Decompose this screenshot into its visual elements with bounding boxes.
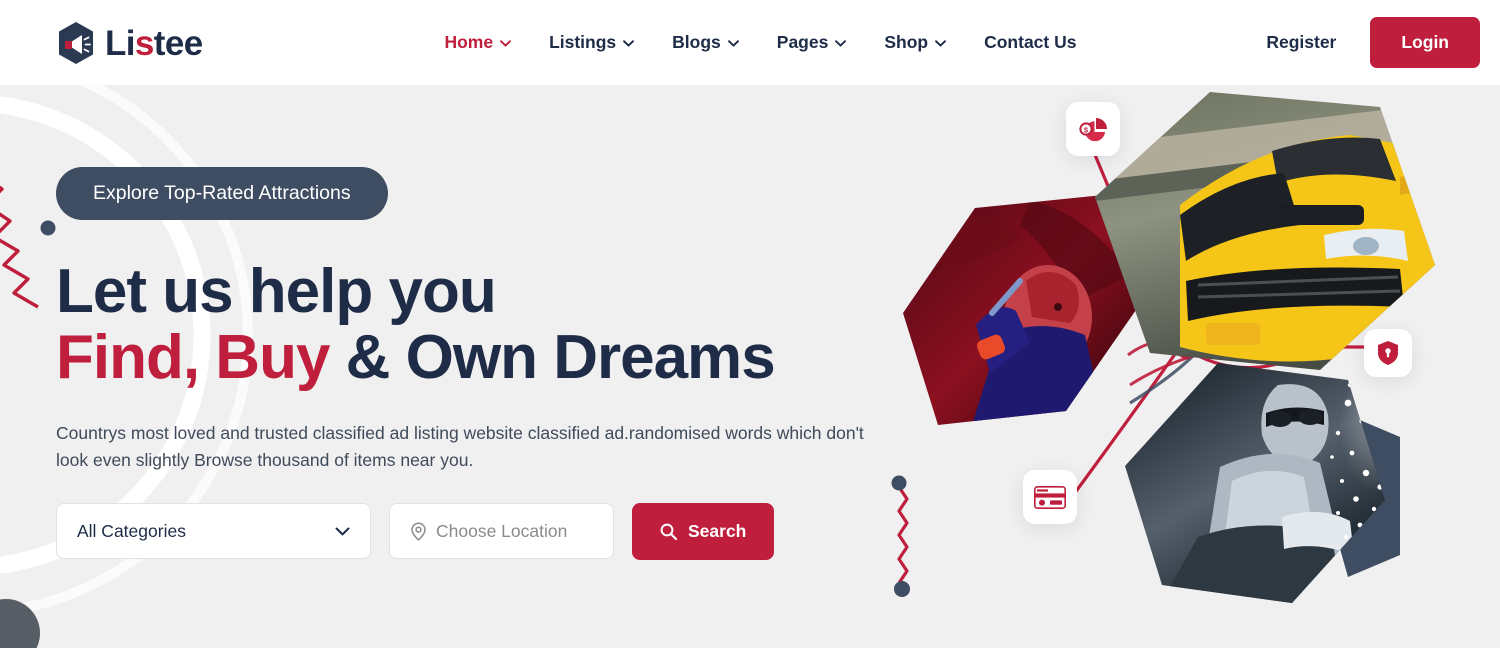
category-select[interactable]: All Categories — [56, 503, 371, 560]
header-actions: Register Login — [1266, 17, 1480, 68]
nav-label-listings: Listings — [549, 32, 617, 52]
site-header: Listee Home Listings Blogs Pages Shop Co… — [0, 0, 1500, 85]
nav-item-shop[interactable]: Shop — [884, 32, 947, 53]
megaphone-hexagon-icon — [59, 21, 93, 64]
chevron-down-icon — [500, 40, 512, 47]
nav-item-listings[interactable]: Listings — [549, 32, 635, 53]
search-button[interactable]: Search — [632, 502, 775, 560]
search-button-label: Search — [688, 520, 747, 541]
nav-label-blogs: Blogs — [672, 32, 721, 52]
logo-text-part3: tee — [153, 24, 203, 63]
nav-label-contact-us: Contact Us — [984, 32, 1077, 52]
nav-item-contact-us[interactable]: Contact Us — [984, 32, 1076, 53]
nav-item-home[interactable]: Home — [444, 32, 512, 53]
site-logo[interactable]: Listee — [56, 21, 203, 65]
shield-lock-icon — [1378, 341, 1398, 365]
pie-chart-dollar-icon: $ — [1079, 118, 1107, 142]
magnifier-icon — [660, 523, 677, 540]
headline-line-2-rest: & Own Dreams — [329, 323, 776, 393]
floating-card-payment[interactable] — [1023, 470, 1077, 524]
category-select-value: All Categories — [77, 520, 186, 541]
hero-search-form: All Categories Choose Location Search — [56, 502, 900, 560]
nav-label-shop: Shop — [884, 32, 929, 52]
hero-headline: Let us help you Find, Buy & Own Dreams — [56, 257, 900, 393]
chevron-down-icon — [835, 40, 847, 47]
chevron-down-icon — [335, 527, 350, 536]
nav-label-pages: Pages — [776, 32, 829, 52]
chevron-down-icon — [727, 40, 739, 47]
nav-label-home: Home — [444, 32, 494, 52]
hero-subtext: Countrys most loved and trusted classifi… — [56, 422, 864, 470]
chevron-down-icon — [623, 40, 635, 47]
welder-hexagon-image — [1125, 363, 1385, 603]
chevron-down-icon — [935, 40, 947, 47]
map-pin-icon — [411, 522, 426, 541]
main-navigation: Home Listings Blogs Pages Shop Contact U… — [255, 32, 1267, 53]
logo-text-part1: Li — [105, 24, 136, 63]
nav-item-pages[interactable]: Pages — [777, 32, 847, 53]
register-link[interactable]: Register — [1266, 32, 1336, 53]
hero-badge[interactable]: Explore Top-Rated Attractions — [56, 167, 388, 220]
floating-card-analytics[interactable]: $ — [1066, 102, 1120, 156]
headline-line-1: Let us help you — [56, 257, 497, 326]
hero-content: Explore Top-Rated Attractions Let us hel… — [0, 85, 900, 560]
hero-section: $ Explore Top-Rated Attractions Let us h… — [0, 85, 1500, 648]
zigzag-decoration — [897, 486, 909, 584]
hero-artwork: $ — [880, 85, 1500, 648]
login-button[interactable]: Login — [1370, 17, 1480, 68]
location-input[interactable] — [436, 520, 593, 542]
credit-card-icon — [1034, 485, 1066, 509]
floating-card-security[interactable] — [1364, 329, 1412, 377]
logo-wordmark: Listee — [105, 26, 203, 61]
landing-page: Listee Home Listings Blogs Pages Shop Co… — [0, 0, 1500, 648]
location-field[interactable] — [389, 503, 614, 560]
nav-item-blogs[interactable]: Blogs — [672, 32, 739, 53]
logo-text-part2: s — [134, 24, 154, 63]
headline-accent: Find, Buy — [56, 323, 330, 393]
